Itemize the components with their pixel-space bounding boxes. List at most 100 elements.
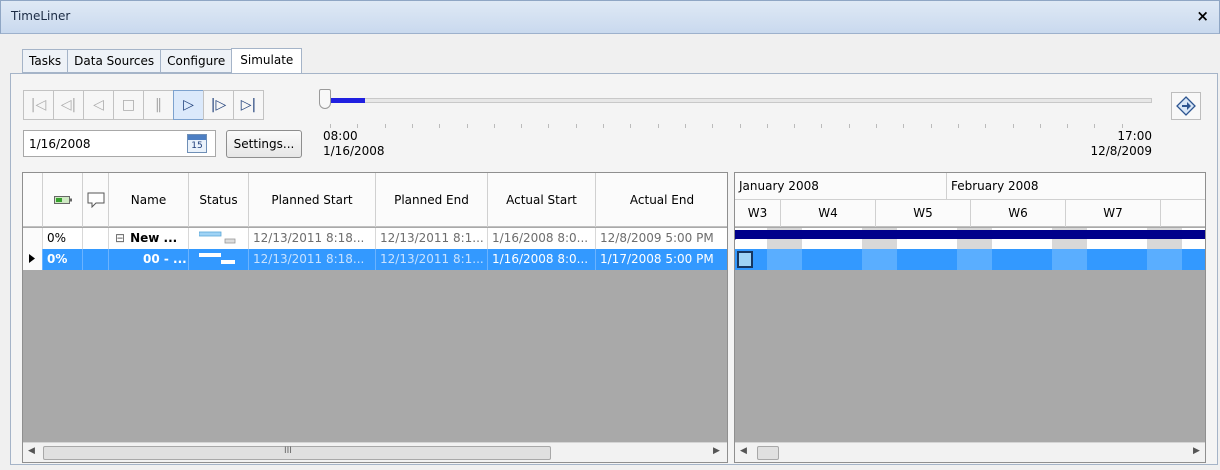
gantt-row-selected[interactable]: [735, 249, 1205, 270]
status-column-header[interactable]: Status: [189, 173, 249, 227]
actual-end-column-header[interactable]: Actual End: [596, 173, 727, 227]
planned-end-cell: 12/13/2011 8:1...: [376, 249, 488, 270]
task-bar[interactable]: [737, 251, 753, 268]
play-icon: ▷: [183, 97, 194, 113]
scroll-left-icon[interactable]: ◀: [28, 446, 35, 456]
comments-column-header[interactable]: [83, 173, 109, 227]
go-to-start-button[interactable]: |◁: [23, 90, 54, 120]
weekend-shading: [1052, 249, 1087, 270]
table-row[interactable]: 0% ⊟ New ... 12/13/2011 8:18... 12/13/201…: [23, 228, 727, 249]
gantt-horizontal-scrollbar[interactable]: ◀ ▶: [735, 442, 1205, 462]
slider-tick: [712, 124, 713, 128]
tab-configure[interactable]: Configure: [160, 49, 232, 73]
task-name: New ...: [130, 231, 178, 245]
scroll-left-icon[interactable]: ◀: [740, 446, 747, 456]
task-grid: Name Status Planned Start Planned End Ac…: [22, 172, 728, 463]
summary-bar-start-cap: [735, 230, 743, 240]
play-button[interactable]: ▷: [173, 90, 204, 120]
slider-tick: [467, 124, 468, 128]
tab-data-sources[interactable]: Data Sources: [67, 49, 161, 73]
slider-tick: [357, 124, 358, 128]
week-label: W3: [735, 200, 781, 227]
slider-tick: [931, 124, 932, 128]
comments-cell: [83, 228, 109, 249]
status-icon: [199, 231, 236, 244]
go-to-end-button[interactable]: ▷|: [233, 90, 264, 120]
progress-column-header[interactable]: [43, 173, 83, 227]
week-label: W6: [971, 200, 1066, 227]
settings-button[interactable]: Settings...: [226, 130, 302, 158]
planned-end-column-header[interactable]: Planned End: [376, 173, 488, 227]
week-label: W4: [781, 200, 876, 227]
row-header-current: [23, 249, 43, 270]
step-forward-button[interactable]: |▷: [203, 90, 234, 120]
slider-ticks: [330, 124, 1150, 130]
slider-tick: [985, 124, 986, 128]
slider-tick: [1013, 124, 1014, 128]
current-date-value: 1/16/2008: [29, 137, 91, 151]
grid-horizontal-scrollbar[interactable]: ◀ III ▶: [23, 442, 727, 462]
actual-start-cell: 1/16/2008 8:0...: [488, 228, 596, 249]
month-label: January 2008: [735, 173, 947, 200]
status-cell: [189, 228, 249, 249]
step-back-button[interactable]: ◁|: [53, 90, 84, 120]
export-icon: [1176, 96, 1196, 116]
slider-tick: [521, 124, 522, 128]
planned-start-cell: 12/13/2011 8:18...: [249, 249, 376, 270]
export-button[interactable]: [1171, 92, 1201, 120]
tab-tasks[interactable]: Tasks: [22, 49, 68, 73]
slider-tick: [903, 124, 904, 128]
calendar-icon[interactable]: 15: [187, 134, 207, 153]
table-row-selected[interactable]: 0% 00 - ... 12/13/2011 8:18... 12/13/201…: [23, 249, 727, 270]
slider-tick: [603, 124, 604, 128]
slider-tick: [494, 124, 495, 128]
collapse-icon[interactable]: ⊟: [115, 231, 125, 245]
scroll-thumb[interactable]: [757, 446, 779, 460]
scroll-right-icon[interactable]: ▶: [713, 446, 720, 456]
weekend-shading: [957, 249, 992, 270]
close-icon[interactable]: ×: [1196, 7, 1209, 25]
summary-bar[interactable]: [735, 230, 1205, 239]
pause-button[interactable]: ‖: [143, 90, 174, 120]
slider-tick: [794, 124, 795, 128]
range-end-time: 17:00: [1117, 129, 1152, 143]
actual-start-column-header[interactable]: Actual Start: [488, 173, 596, 227]
row-header-column: [23, 173, 43, 227]
scroll-right-icon[interactable]: ▶: [1193, 446, 1200, 456]
name-cell[interactable]: ⊟ New ...: [109, 228, 189, 249]
stop-button[interactable]: □: [113, 90, 144, 120]
go-to-end-icon: ▷|: [240, 97, 257, 113]
name-cell[interactable]: 00 - ...: [109, 249, 189, 270]
slider-tick: [576, 124, 577, 128]
progress-cell: 0%: [43, 228, 83, 249]
comments-cell: [83, 249, 109, 270]
playback-controls: |◁ ◁| ◁ □ ‖ ▷ |▷ ▷|: [23, 90, 264, 120]
gantt-row[interactable]: [735, 228, 1205, 249]
current-date-field[interactable]: 1/16/2008 15: [23, 130, 216, 157]
stop-icon: □: [121, 97, 136, 113]
slider-tick: [548, 124, 549, 128]
weekend-shading: [767, 249, 802, 270]
weekend-shading: [862, 249, 897, 270]
time-slider-track[interactable]: [322, 98, 1152, 103]
grid-header: Name Status Planned Start Planned End Ac…: [23, 173, 727, 227]
slider-tick: [1122, 124, 1123, 128]
planned-start-column-header[interactable]: Planned Start: [249, 173, 376, 227]
progress-cell: 0%: [43, 249, 83, 270]
slider-tick: [685, 124, 686, 128]
weekend-shading: [1147, 249, 1182, 270]
battery-icon: [53, 196, 72, 204]
month-label: February 2008: [947, 173, 1205, 200]
time-slider-thumb[interactable]: [319, 89, 331, 109]
current-row-indicator-icon: [29, 254, 35, 263]
play-reverse-icon: ◁: [93, 97, 104, 113]
row-header: [23, 228, 43, 249]
scroll-thumb[interactable]: III: [43, 446, 551, 460]
name-column-header[interactable]: Name: [109, 173, 189, 227]
tab-simulate[interactable]: Simulate: [231, 48, 303, 74]
actual-end-cell: 12/8/2009 5:00 PM: [596, 228, 727, 249]
play-reverse-button[interactable]: ◁: [83, 90, 114, 120]
actual-end-cell: 1/17/2008 5:00 PM: [596, 249, 727, 270]
comment-icon: [87, 192, 104, 208]
go-to-start-icon: |◁: [30, 97, 47, 113]
